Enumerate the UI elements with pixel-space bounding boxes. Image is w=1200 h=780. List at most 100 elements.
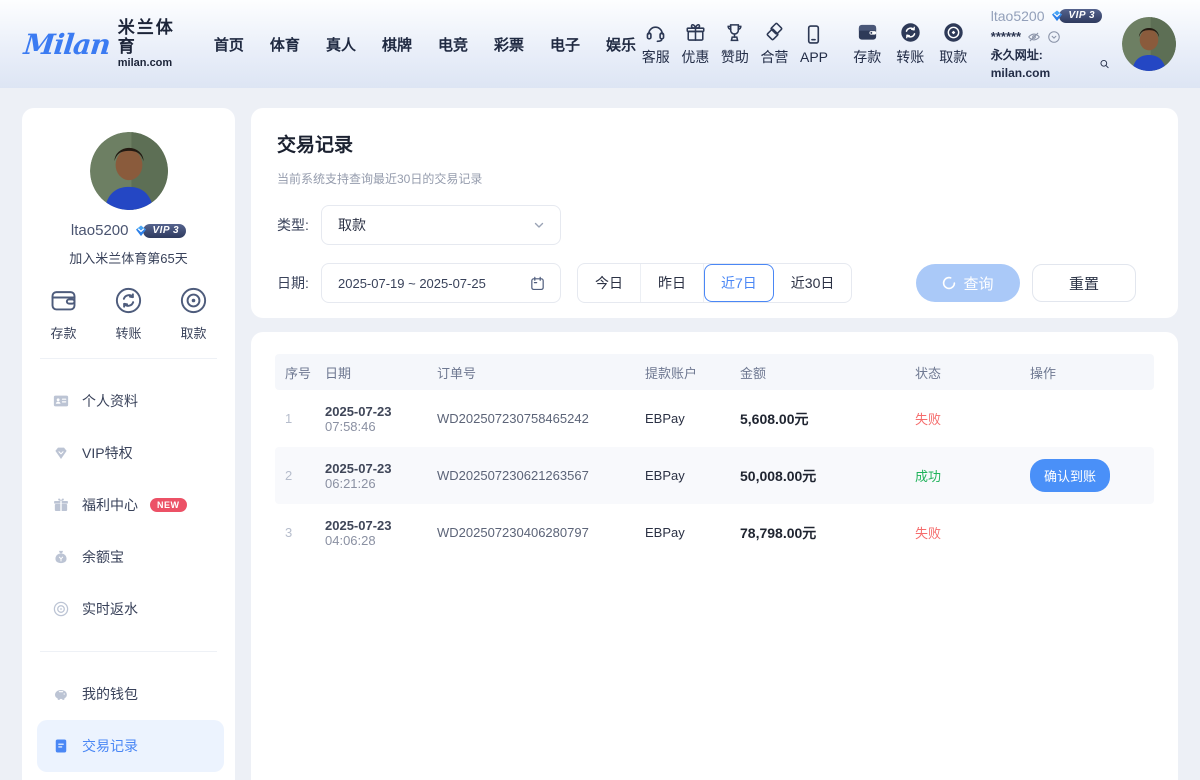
nav-item-live[interactable]: 真人 [326,34,356,55]
header-wallet-deposit[interactable]: 存款 [846,21,889,67]
range-30days-button[interactable]: 近30日 [774,264,852,302]
profile-vip-label: VIP 3 [143,224,186,238]
type-select[interactable]: 取款 [321,205,561,245]
filter-panel: 交易记录 当前系统支持查询最近30日的交易记录 类型: 取款 日期: 2025-… [251,108,1178,318]
profile-avatar-image [90,132,168,210]
row-action: 确认到账 [1020,459,1154,492]
nav-item-lottery[interactable]: 彩票 [494,34,524,55]
range-7days-button[interactable]: 近7日 [704,264,774,302]
header-service-app[interactable]: APP [794,23,834,65]
sidebar-item-transactions[interactable]: 交易记录 [37,720,224,772]
header-service-label: 客服 [642,47,670,67]
confirm-received-button[interactable]: 确认到账 [1030,459,1110,492]
range-yesterday-button[interactable]: 昨日 [641,264,704,302]
sidebar-item-label: 我的钱包 [82,684,138,704]
profile-username: ltao5200 [71,222,129,239]
nav-item-entertainment[interactable]: 娱乐 [606,34,636,55]
row-status: 失败 [905,409,1020,428]
eye-off-icon[interactable] [1027,30,1041,44]
row-account: EBPay [635,525,730,540]
loading-spinner-icon [942,276,956,290]
header-wallet-withdraw[interactable]: 取款 [932,21,975,67]
row-account: EBPay [635,411,730,426]
date-range-input[interactable]: 2025-07-19 ~ 2025-07-25 [321,263,561,303]
header-service-support[interactable]: 客服 [636,21,676,67]
divider [40,358,217,359]
row-order-no: WD202507230621263567 [427,468,635,483]
sidebar-item-benefits[interactable]: 福利中心 NEW [22,479,235,531]
permanent-site-label: 永久网址: milan.com [991,46,1096,82]
row-date-time: 07:58:46 [325,419,376,434]
brand-logo[interactable]: Milan 米兰体育 milan.com [24,19,182,68]
refresh-circle-icon[interactable] [1047,30,1061,44]
row-date: 2025-07-23 07:58:46 [315,404,427,434]
col-order-no: 订单号 [427,363,635,382]
sidebar-item-label: 实时返水 [82,599,138,619]
quick-action-label: 转账 [115,323,141,342]
header-service-partner[interactable]: 合营 [755,21,795,67]
header-service-label: 赞助 [721,47,749,67]
reset-button[interactable]: 重置 [1032,264,1136,302]
header-service-sponsor[interactable]: 赞助 [715,21,755,67]
row-account: EBPay [635,468,730,483]
page-subtitle: 当前系统支持查询最近30日的交易记录 [277,170,1152,187]
header-wallet-label: 转账 [896,47,924,67]
transfer-icon [899,21,922,44]
row-date-time: 06:21:26 [325,476,376,491]
col-date: 日期 [315,363,427,382]
nav-item-home[interactable]: 首页 [214,34,244,55]
nav-item-esports[interactable]: 电竞 [438,34,468,55]
gift-icon [684,21,707,44]
header-service-promos[interactable]: 优惠 [676,21,716,67]
row-order-no: WD202507230758465242 [427,411,635,426]
deposit-icon [856,21,879,44]
table-row: 1 2025-07-23 07:58:46 WD2025072307584652… [275,390,1154,447]
sidebar-item-label: 福利中心 [82,495,138,515]
avatar[interactable] [1122,17,1176,71]
search-icon[interactable] [1099,58,1110,70]
sidebar-item-yuebao[interactable]: 余额宝 [22,531,235,583]
profile-avatar[interactable] [90,132,168,210]
sidebar-item-label: 个人资料 [82,391,138,411]
col-index: 序号 [275,363,315,382]
sidebar-item-bets[interactable]: 投注记录 [22,772,235,780]
quick-transfer[interactable]: 转账 [113,285,144,342]
row-order-no: WD202507230406280797 [427,525,635,540]
withdraw-outline-icon [178,285,209,316]
sidebar-item-label: VIP特权 [82,443,133,463]
main-nav: 首页 体育 真人 棋牌 电竞 彩票 电子 娱乐 [214,34,636,55]
col-account: 提款账户 [635,363,730,382]
date-range-value: 2025-07-19 ~ 2025-07-25 [338,276,529,291]
row-date: 2025-07-23 04:06:28 [315,518,427,548]
quick-deposit[interactable]: 存款 [48,285,79,342]
row-status: 成功 [905,466,1020,485]
vip-badge: VIP 3 [1049,9,1102,24]
deposit-outline-icon [48,285,79,316]
header-service-label: 优惠 [681,47,709,67]
money-bag-icon [52,548,70,566]
nav-item-sports[interactable]: 体育 [270,34,300,55]
headset-icon [644,21,667,44]
brand-cn-name: 米兰体育 [118,19,182,56]
date-label: 日期: [277,273,321,293]
row-amount: 50,008.00元 [730,466,905,486]
quick-withdraw[interactable]: 取款 [178,285,209,342]
transaction-doc-icon [52,737,70,755]
nav-item-slots[interactable]: 电子 [550,34,580,55]
sidebar-item-wallet[interactable]: 我的钱包 [22,668,235,720]
sidebar-item-rebate[interactable]: 实时返水 [22,583,235,635]
header-wallet-label: 取款 [939,47,967,67]
nav-item-cards[interactable]: 棋牌 [382,34,412,55]
profile-vip-badge: VIP 3 [133,223,186,238]
top-header: Milan 米兰体育 milan.com 首页 体育 真人 棋牌 电竞 彩票 电… [0,0,1200,88]
sidebar-item-vip[interactable]: VIP特权 [22,427,235,479]
quick-action-label: 存款 [50,323,76,342]
piggy-bank-icon [52,685,70,703]
header-wallet-transfer[interactable]: 转账 [889,21,932,67]
sidebar-item-profile[interactable]: 个人资料 [22,375,235,427]
col-action: 操作 [1020,363,1154,382]
row-date-day: 2025-07-23 [325,404,427,419]
range-today-button[interactable]: 今日 [578,264,641,302]
query-button[interactable]: 查询 [916,264,1020,302]
type-select-value: 取款 [338,215,532,235]
